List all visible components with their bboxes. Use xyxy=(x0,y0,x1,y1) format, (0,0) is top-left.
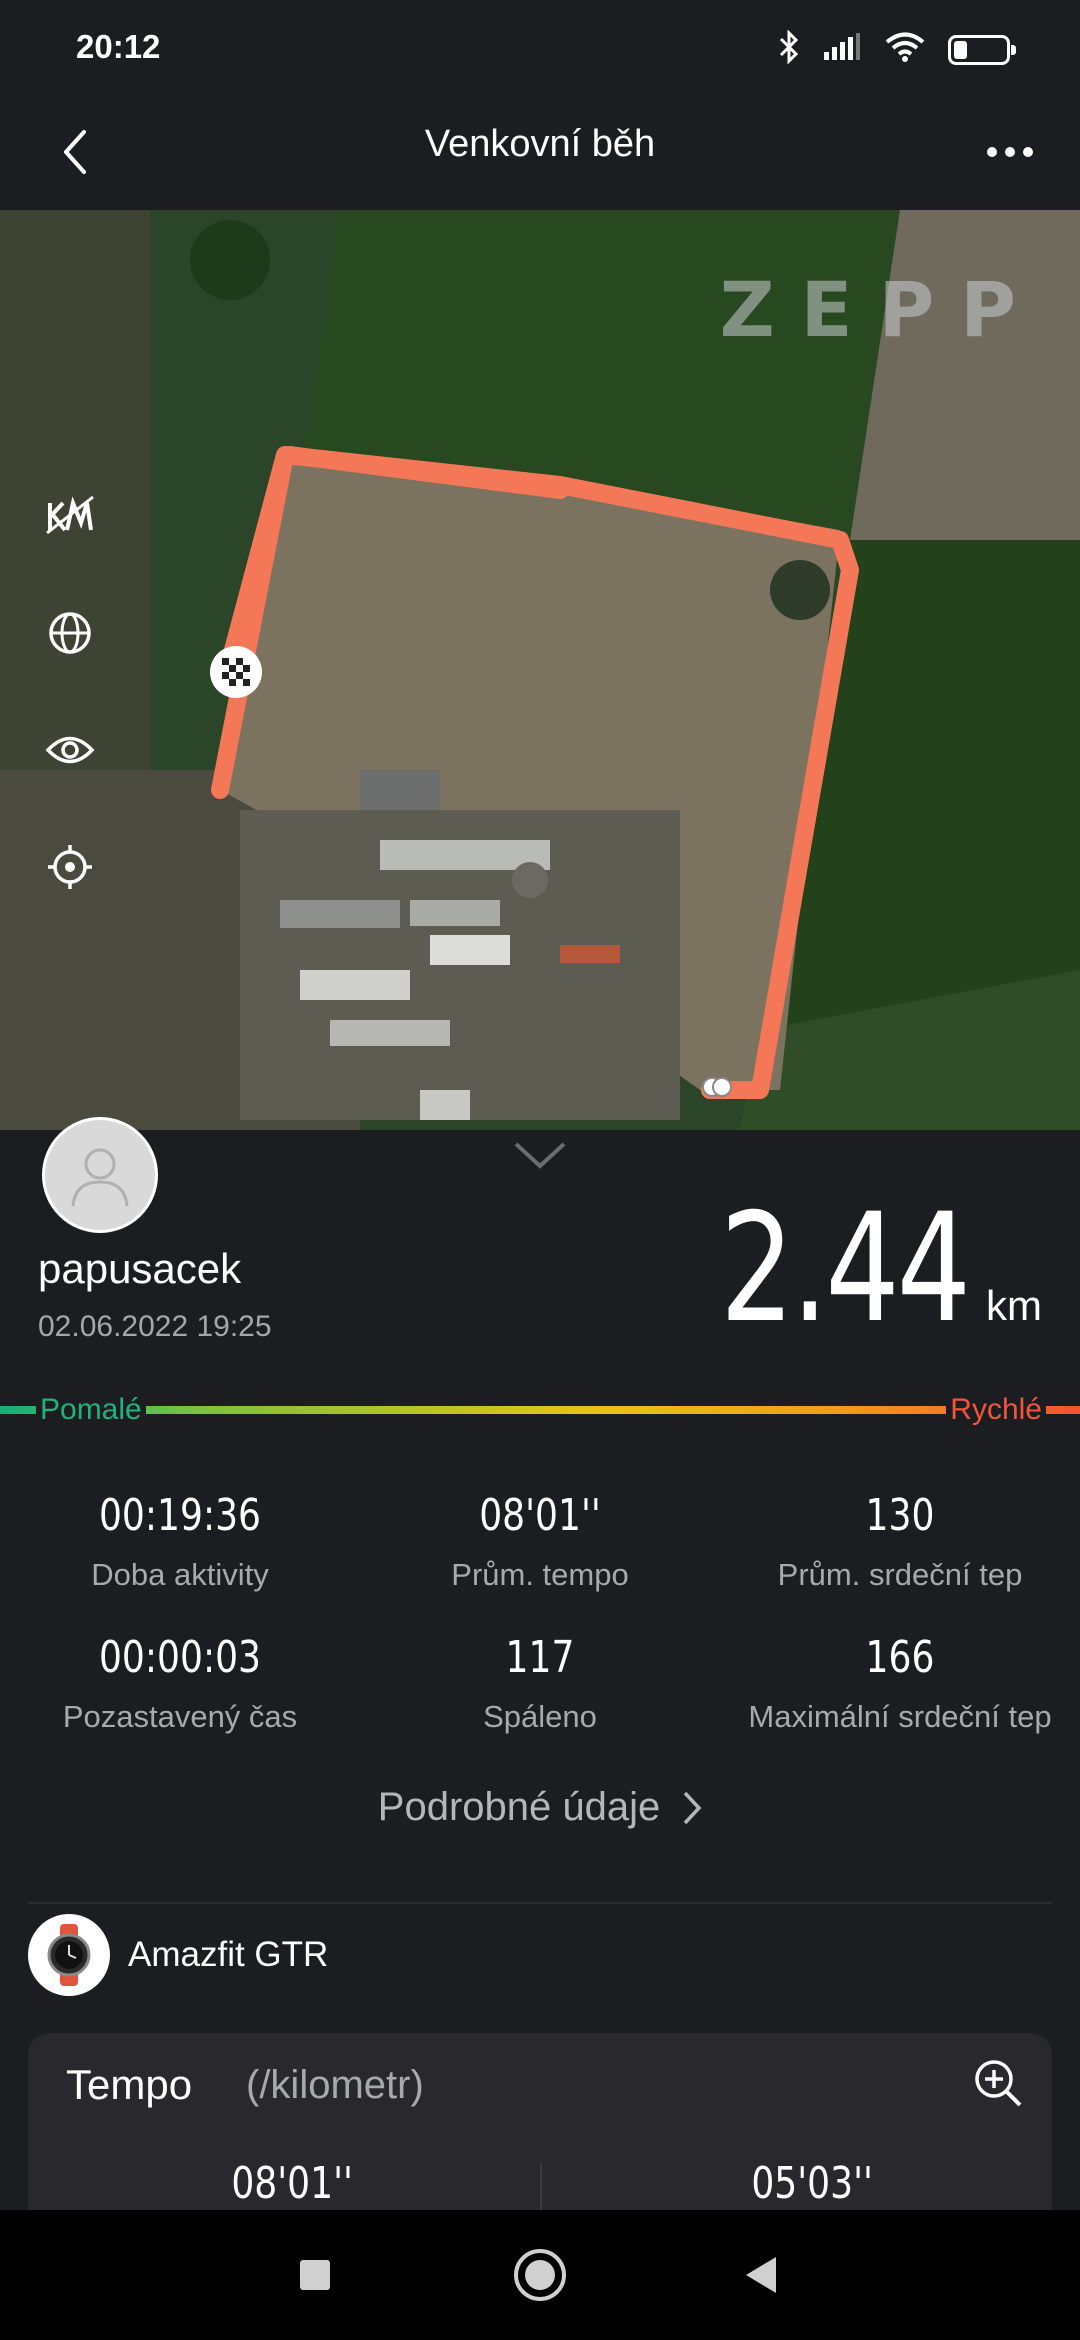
more-options-button[interactable] xyxy=(970,117,1050,187)
user-icon xyxy=(71,1148,129,1207)
circle-icon xyxy=(514,2249,566,2301)
stat-label: Pozastavený čas xyxy=(62,1699,298,1734)
username: papusacek xyxy=(38,1245,242,1292)
tempo-value-second: 05'03'' xyxy=(751,2158,873,2209)
stat-label: Doba aktivity xyxy=(91,1557,269,1592)
km-icon xyxy=(46,495,94,535)
stat-avg-heart-rate: 130 Prům. srdeční tep xyxy=(720,1490,1080,1593)
home-button[interactable] xyxy=(500,2235,580,2315)
tempo-unit: (/kilometr) xyxy=(246,2063,424,2107)
more-dots-icon xyxy=(987,147,1033,157)
distance: 2.44 km xyxy=(650,1182,1042,1356)
status-icons: 25 xyxy=(778,29,1016,69)
pace-gradient-bar xyxy=(0,1406,1080,1414)
triangle-back-icon xyxy=(746,2257,776,2293)
signal-icon xyxy=(822,32,862,67)
recents-button[interactable] xyxy=(275,2235,355,2315)
stat-label: Prům. srdeční tep xyxy=(777,1557,1023,1592)
stat-value: 130 xyxy=(865,1490,935,1541)
distance-unit: km xyxy=(986,1282,1042,1329)
eye-icon xyxy=(45,736,95,764)
tempo-value-first: 08'01'' xyxy=(231,2158,353,2209)
zepp-logo: ZEPP xyxy=(719,265,1042,354)
battery-icon: 25 xyxy=(948,34,1016,65)
wifi-icon xyxy=(884,31,926,68)
summary-sheet: papusacek 02.06.2022 19:25 2.44 km Pomal… xyxy=(0,1117,1080,2293)
pace-slow-label: Pomalé xyxy=(36,1393,146,1427)
km-markers-toggle[interactable] xyxy=(40,485,100,545)
chevron-down-icon xyxy=(514,1142,566,1169)
stat-paused-time: 00:00:03 Pozastavený čas xyxy=(0,1632,360,1735)
locate-button[interactable] xyxy=(40,837,100,897)
square-icon xyxy=(300,2260,330,2290)
zoom-in-icon xyxy=(975,2060,1022,2107)
chevron-right-icon xyxy=(683,1791,702,1824)
zoom-in-button[interactable] xyxy=(968,2053,1028,2113)
divider xyxy=(28,1902,1052,1904)
battery-level: 25 xyxy=(967,38,991,60)
device-name: Amazfit GTR xyxy=(128,1935,329,1974)
back-nav-button[interactable] xyxy=(720,2235,800,2315)
page-title: Venkovní běh xyxy=(424,123,656,165)
stat-value: 00:00:03 xyxy=(98,1632,262,1683)
stat-label: Prům. tempo xyxy=(451,1557,629,1592)
stat-avg-pace: 08'01'' Prům. tempo xyxy=(360,1490,720,1593)
tempo-title: Tempo xyxy=(66,2061,193,2108)
map-type-button[interactable] xyxy=(40,603,100,663)
status-bar: 20:12 25 xyxy=(0,0,1080,95)
top-bar: Venkovní běh xyxy=(0,95,1080,210)
distance-value: 2.44 xyxy=(719,1182,971,1356)
stat-activity-time: 00:19:36 Doba aktivity xyxy=(0,1490,360,1593)
details-link-label: Podrobné údaje xyxy=(377,1785,661,1829)
device-row[interactable]: Amazfit GTR xyxy=(28,1905,328,2005)
stat-label: Maximální srdeční tep xyxy=(748,1699,1052,1734)
details-link[interactable]: Podrobné údaje xyxy=(0,1785,1080,1830)
status-time: 20:12 xyxy=(76,28,161,65)
collapse-map-button[interactable] xyxy=(512,1140,568,1175)
stat-max-heart-rate: 166 Maximální srdeční tep xyxy=(720,1632,1080,1735)
watch-icon xyxy=(28,1914,110,1996)
battery-fill xyxy=(954,40,967,59)
pace-fast-label: Rychlé xyxy=(946,1393,1046,1427)
stat-value: 166 xyxy=(865,1632,935,1683)
stat-value: 117 xyxy=(505,1632,575,1683)
globe-icon xyxy=(49,612,91,654)
navigation-bar xyxy=(0,2210,1080,2340)
route-map[interactable]: ZEPP xyxy=(0,210,1080,1130)
activity-datetime: 02.06.2022 19:25 xyxy=(38,1310,272,1343)
stat-calories: 117 Spáleno xyxy=(360,1632,720,1735)
locate-icon xyxy=(48,845,92,889)
avatar[interactable] xyxy=(42,1117,158,1233)
stat-label: Spáleno xyxy=(483,1699,597,1734)
bluetooth-icon xyxy=(778,29,800,69)
stat-value: 00:19:36 xyxy=(98,1490,262,1541)
visibility-button[interactable] xyxy=(40,720,100,780)
stat-value: 08'01'' xyxy=(479,1490,601,1541)
